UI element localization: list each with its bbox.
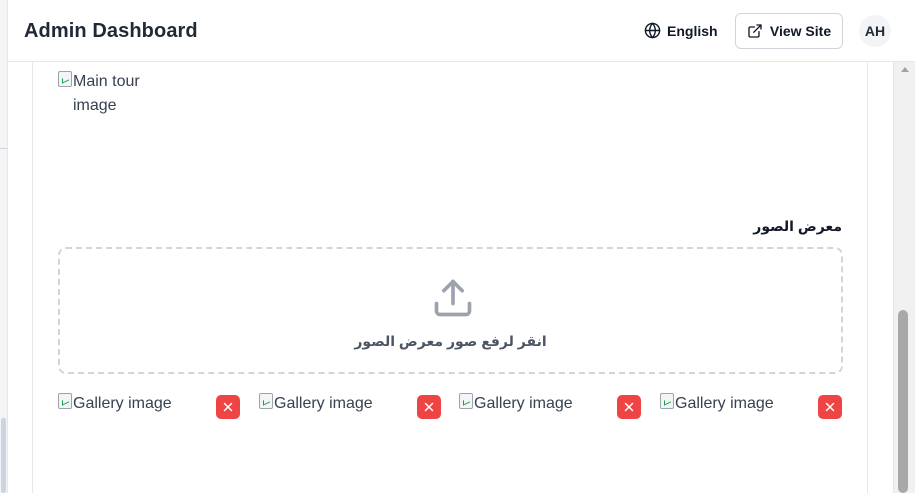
gallery-image-alt: Gallery image (675, 395, 774, 412)
language-switcher[interactable]: English (644, 22, 718, 39)
gallery-image: Gallery image (259, 392, 373, 416)
gallery-image-alt: Gallery image (274, 395, 373, 412)
gallery-image-alt: Gallery image (474, 395, 573, 412)
gallery-upload-dropzone[interactable]: انقر لرفع صور معرض الصور (58, 247, 843, 374)
left-panel-scrollbar[interactable] (0, 0, 8, 493)
app-window: Admin Dashboard English View Site AH Mai… (0, 0, 915, 493)
remove-image-button[interactable] (617, 395, 641, 419)
gallery-item: Gallery image (58, 392, 240, 422)
left-panel-divider (0, 148, 7, 149)
main-tour-image-alt: Main tour image (73, 73, 140, 114)
remove-image-button[interactable] (216, 395, 240, 419)
tour-form-card: Main tour image معرض الصور انقر لرفع صور… (32, 62, 868, 493)
gallery-image: Gallery image (660, 392, 774, 416)
broken-image-icon (660, 393, 674, 409)
gallery-item: Gallery image (660, 392, 842, 422)
close-icon (624, 402, 634, 412)
avatar[interactable]: AH (859, 15, 891, 47)
external-link-icon (748, 24, 762, 38)
broken-image-icon (259, 393, 273, 409)
close-icon (424, 402, 434, 412)
main-scrollbar-thumb[interactable] (898, 310, 908, 493)
remove-image-button[interactable] (818, 395, 842, 419)
upload-instruction: انقر لرفع صور معرض الصور (354, 333, 547, 349)
broken-image-icon (459, 393, 473, 409)
gallery-image: Gallery image (459, 392, 573, 416)
main-content: Main tour image معرض الصور انقر لرفع صور… (8, 62, 893, 493)
main-scrollbar[interactable] (893, 62, 915, 493)
gallery-item: Gallery image (259, 392, 441, 422)
upload-icon (434, 279, 472, 317)
main-tour-image: Main tour image (58, 70, 168, 118)
remove-image-button[interactable] (417, 395, 441, 419)
gallery-label: معرض الصور (753, 218, 842, 234)
gallery-item: Gallery image (459, 392, 641, 422)
language-label: English (667, 22, 718, 39)
broken-image-icon (58, 393, 72, 409)
left-panel-scrollbar-thumb[interactable] (1, 418, 6, 493)
view-site-button[interactable]: View Site (735, 13, 843, 49)
globe-icon (644, 22, 661, 39)
top-header: Admin Dashboard English View Site AH (8, 0, 915, 62)
close-icon (825, 402, 835, 412)
scroll-up-arrow-icon[interactable] (901, 67, 909, 72)
gallery-grid: Gallery image Gallery image Gallery imag… (58, 392, 843, 422)
broken-image-icon (58, 71, 72, 87)
avatar-initials: AH (864, 23, 886, 39)
view-site-label: View Site (769, 23, 832, 39)
page-title: Admin Dashboard (24, 20, 198, 42)
gallery-image-alt: Gallery image (73, 395, 172, 412)
gallery-image: Gallery image (58, 392, 172, 416)
close-icon (223, 402, 233, 412)
